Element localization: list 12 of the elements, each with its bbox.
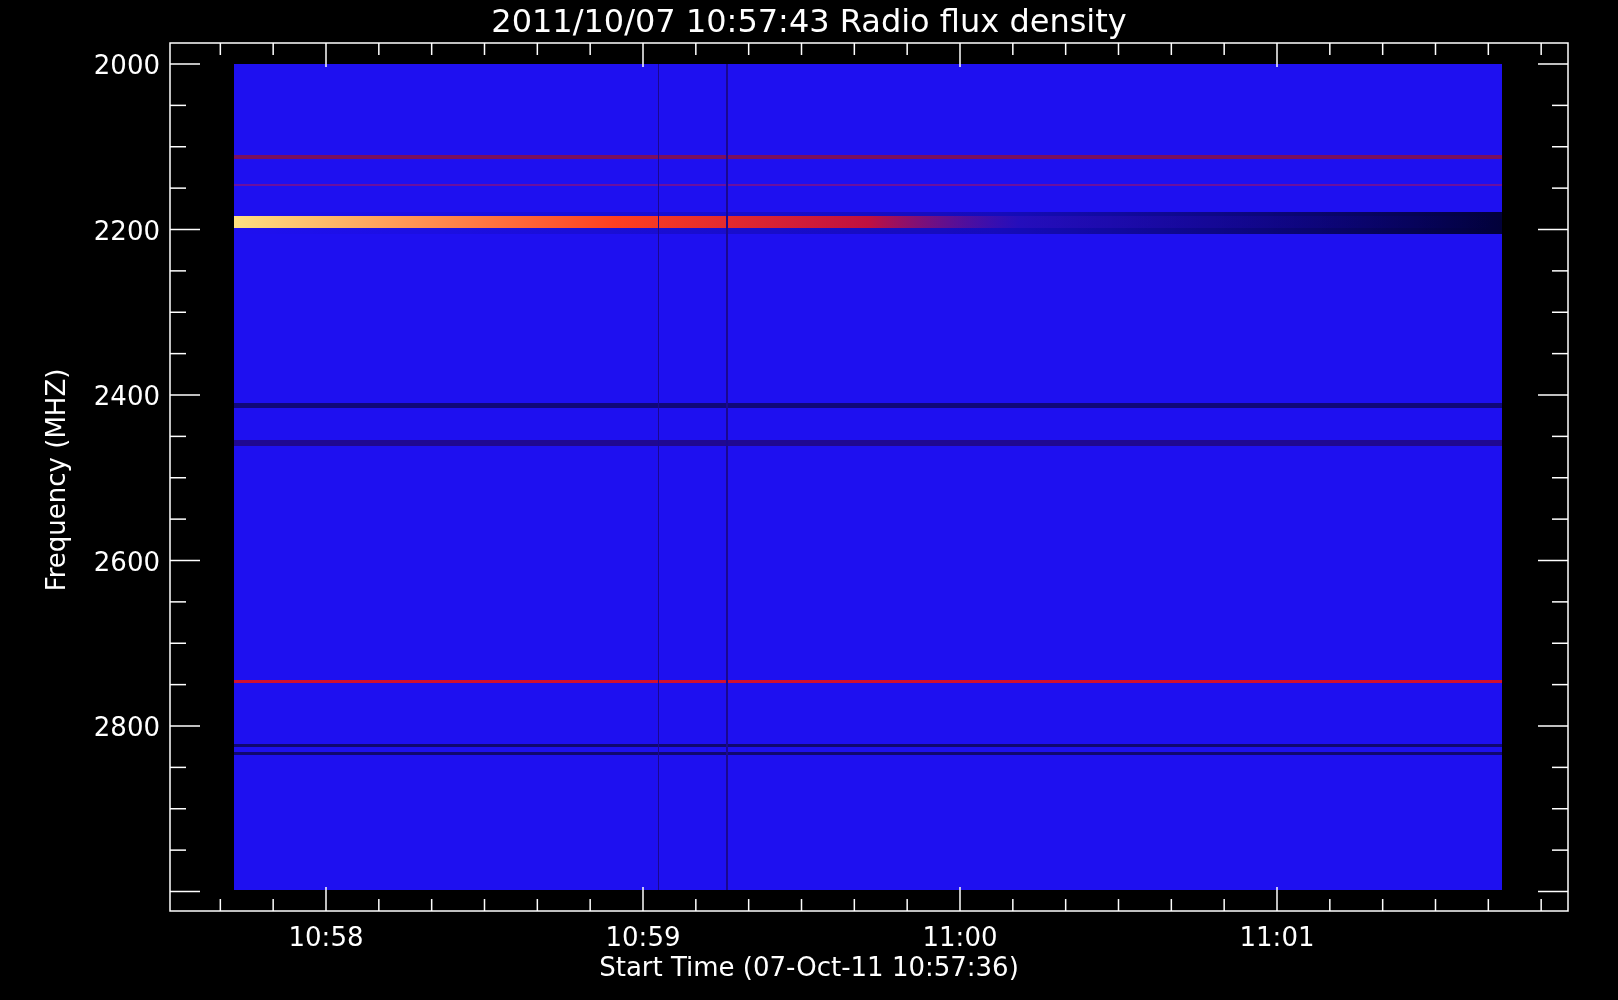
tick-label: 2200	[93, 215, 160, 246]
axis-label: Frequency (MHZ)	[41, 368, 71, 592]
tick-label: 10:59	[605, 922, 681, 952]
plot-title: 2011/10/07 10:57:43 Radio flux density	[491, 2, 1127, 40]
tick-label: 2400	[93, 381, 160, 411]
tick-label: 11:01	[1239, 922, 1315, 952]
tick-label: 2000	[93, 50, 160, 80]
axis-label: Start Time (07-Oct-11 10:57:36)	[599, 952, 1019, 982]
tick-label: 10:58	[288, 922, 364, 952]
tick-label: 2600	[93, 546, 160, 577]
tick-label: 11:00	[922, 922, 998, 952]
tick-label: 2800	[93, 712, 160, 742]
